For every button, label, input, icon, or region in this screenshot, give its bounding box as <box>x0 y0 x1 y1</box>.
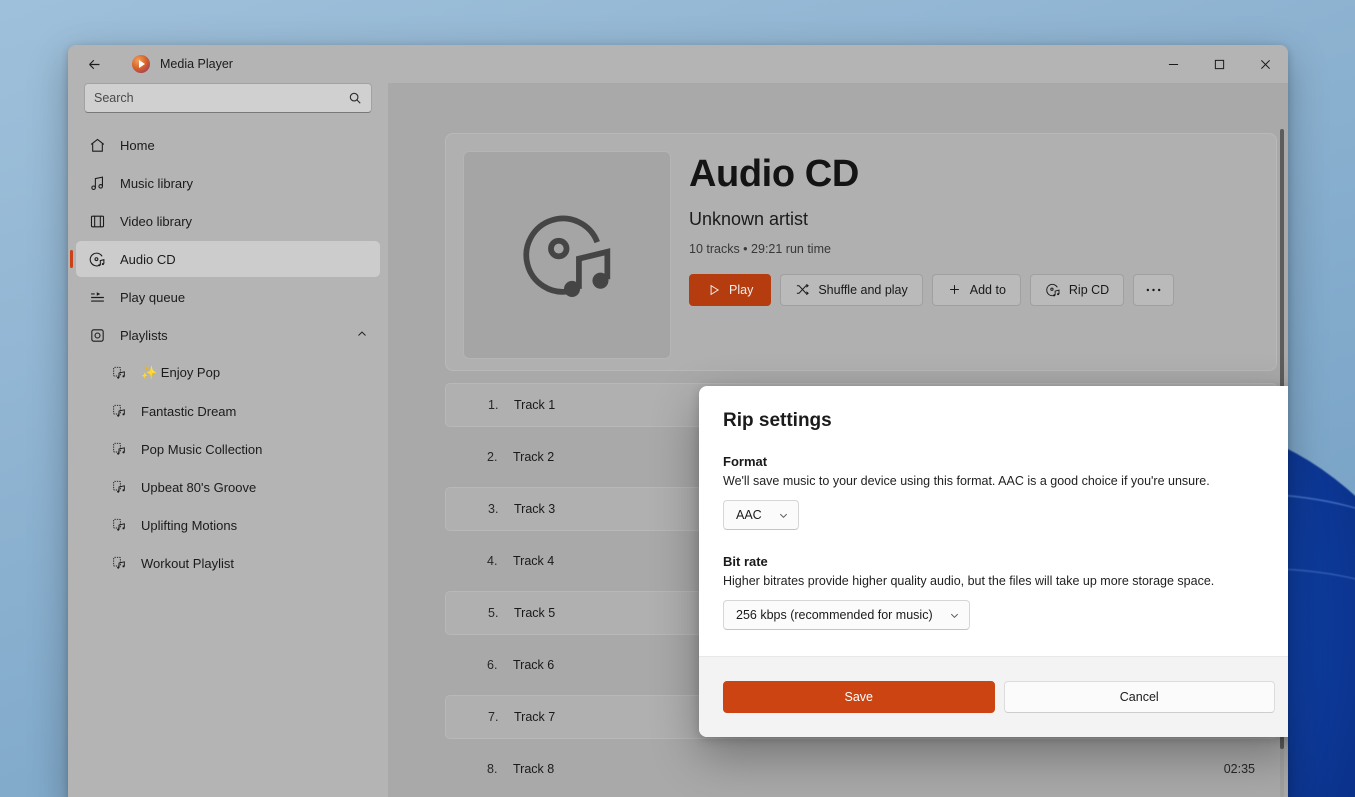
search-box[interactable] <box>84 83 372 113</box>
chevron-up-icon[interactable] <box>356 328 368 343</box>
bitrate-field-group: Bit rate Higher bitrates provide higher … <box>723 554 1275 630</box>
app-title: Media Player <box>160 57 233 71</box>
playlist-label: Fantastic Dream <box>141 403 237 419</box>
chevron-down-icon <box>779 513 787 518</box>
sidebar-item-video-library[interactable]: Video library <box>76 203 380 239</box>
sidebar-section-label: Playlists <box>120 327 168 343</box>
sidebar-item-label: Audio CD <box>120 251 176 267</box>
bitrate-dropdown-value: 256 kbps (recommended for music) <box>736 608 933 622</box>
main-content: Audio CD Unknown artist 10 tracks • 29:2… <box>388 83 1288 797</box>
playlist-icon <box>110 516 128 534</box>
format-field-group: Format We'll save music to your device u… <box>723 454 1275 530</box>
sidebar-playlist-enjoy-pop[interactable]: ✨ Enjoy Pop <box>98 355 380 391</box>
format-dropdown-value: AAC <box>736 508 762 522</box>
playlist-icon <box>110 402 128 420</box>
sidebar-item-play-queue[interactable]: Play queue <box>76 279 380 315</box>
play-queue-icon <box>88 288 106 306</box>
sidebar: Home Music library <box>68 83 388 797</box>
titlebar: Media Player <box>68 45 1288 83</box>
format-dropdown[interactable]: AAC <box>723 500 799 530</box>
playlist-label: Pop Music Collection <box>141 441 263 457</box>
chevron-down-icon <box>950 613 958 618</box>
dialog-title: Rip settings <box>723 410 832 431</box>
minimize-button[interactable] <box>1150 45 1196 83</box>
search-input[interactable] <box>94 91 348 105</box>
sidebar-item-label: Music library <box>120 175 193 191</box>
audio-cd-icon <box>88 250 106 268</box>
sidebar-item-label: Home <box>120 137 155 153</box>
playlist-label: Upbeat 80's Groove <box>141 479 257 495</box>
playlist-icon <box>110 478 128 496</box>
playlist-icon <box>110 554 128 572</box>
playlist-icon <box>110 440 128 458</box>
media-player-logo-icon <box>132 55 150 73</box>
rip-settings-dialog: Rip settings Format We'll save music to … <box>699 386 1288 737</box>
sidebar-item-home[interactable]: Home <box>76 127 380 163</box>
desktop: Media Player Search Home Music library V… <box>0 0 1355 797</box>
film-icon <box>88 212 106 230</box>
bitrate-dropdown[interactable]: 256 kbps (recommended for music) <box>723 600 970 630</box>
sidebar-item-label: Play queue <box>120 289 186 305</box>
search-icon <box>349 92 361 104</box>
back-arrow-icon <box>88 59 99 69</box>
sidebar-playlist-uplifting-motions[interactable]: Uplifting Motions <box>98 507 380 543</box>
save-button[interactable]: Save <box>723 681 995 713</box>
format-description: We'll save music to your device using th… <box>723 474 1210 488</box>
selection-indicator <box>70 250 73 268</box>
sidebar-item-label: Video library <box>120 213 193 229</box>
sidebar-playlist-fantastic-dream[interactable]: Fantastic Dream <box>98 393 380 429</box>
dialog-footer: Save Cancel <box>699 656 1288 737</box>
playlist-icon <box>110 364 128 382</box>
sidebar-item-audio-cd[interactable]: Audio CD <box>70 241 380 277</box>
playlists-icon <box>88 326 106 344</box>
cancel-button[interactable]: Cancel <box>1003 681 1275 713</box>
home-icon <box>88 136 106 154</box>
playlist-label: ✨ Enjoy Pop <box>141 365 221 380</box>
sidebar-section-playlists[interactable]: Playlists <box>76 317 380 353</box>
back-button[interactable] <box>74 48 114 80</box>
close-button[interactable] <box>1242 45 1288 83</box>
app-brand: Media Player <box>132 55 233 73</box>
maximize-button[interactable] <box>1196 45 1242 83</box>
media-player-window: Media Player Search Home Music library V… <box>68 45 1288 797</box>
bitrate-label: Bit rate <box>723 554 768 569</box>
sidebar-playlist-workout-playlist[interactable]: Workout Playlist <box>98 545 380 581</box>
sidebar-playlist-upbeat-80s-groove[interactable]: Upbeat 80's Groove <box>98 469 380 505</box>
music-note-icon <box>88 174 106 192</box>
close-icon <box>1260 59 1270 69</box>
sidebar-playlist-pop-music-collection[interactable]: Pop Music Collection <box>98 431 380 467</box>
maximize-icon <box>1214 59 1224 69</box>
playlist-label: Uplifting Motions <box>141 517 238 533</box>
bitrate-description: Higher bitrates provide higher quality a… <box>723 574 1215 588</box>
sidebar-item-music-library[interactable]: Music library <box>76 165 380 201</box>
minimize-icon <box>1168 63 1178 65</box>
window-controls <box>1150 45 1288 83</box>
format-label: Format <box>723 454 768 469</box>
dialog-content: Rip settings Format We'll save music to … <box>699 386 1288 656</box>
window-body: Home Music library <box>68 83 1288 797</box>
playlist-label: Workout Playlist <box>141 555 234 571</box>
